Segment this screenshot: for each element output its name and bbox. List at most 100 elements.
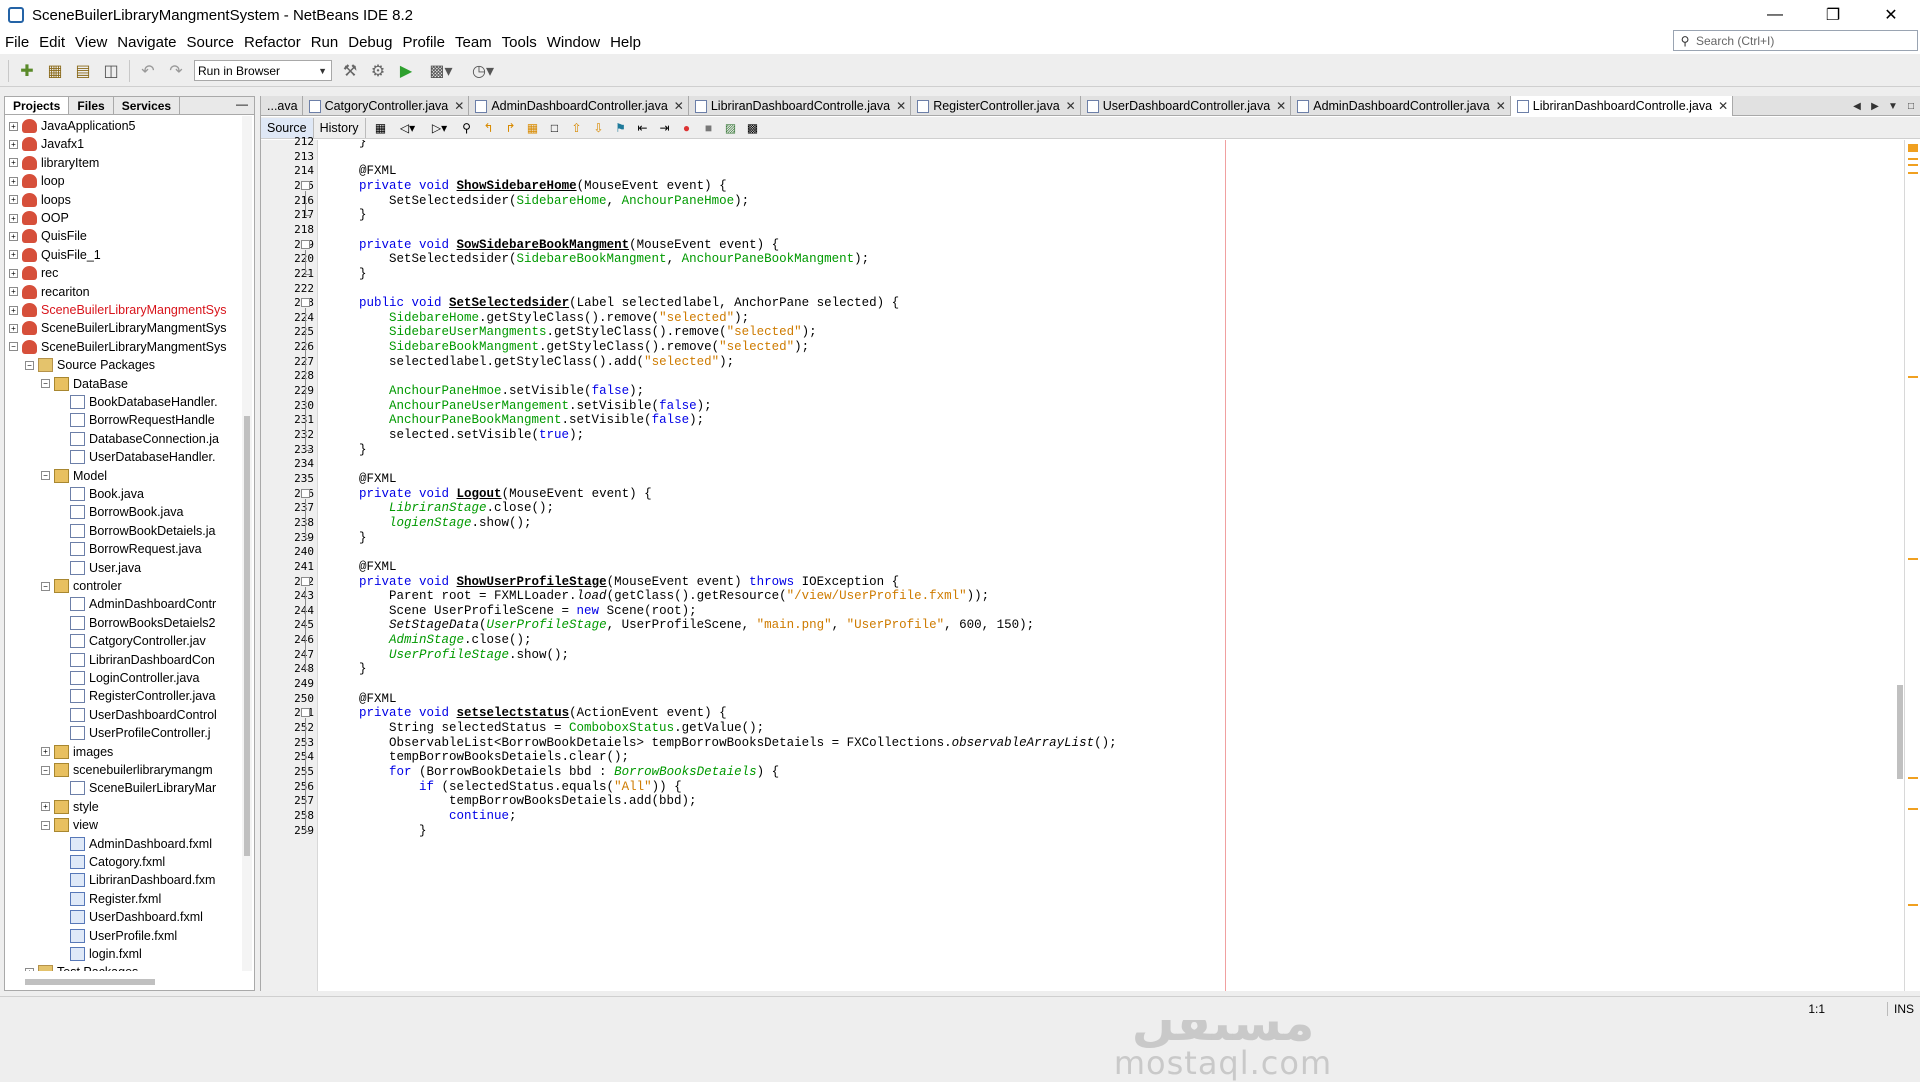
editor-tab[interactable]: AdminDashboardController.java ✕	[1291, 96, 1511, 116]
tree-item[interactable]: + QuisFile_1	[9, 246, 101, 264]
tree-item[interactable]: + SceneBuilerLibraryMangmentSys	[9, 301, 227, 319]
collapse-icon[interactable]: −	[41, 471, 50, 481]
close-tab-icon[interactable]: ✕	[1066, 99, 1076, 113]
run-configuration-select[interactable]: Run in Browser ▼	[194, 60, 332, 81]
expand-icon[interactable]: +	[9, 176, 18, 186]
tree-item[interactable]: + rec	[9, 264, 58, 282]
tree-item[interactable]: + JavaApplication5	[9, 117, 136, 135]
warning-marker[interactable]	[1908, 164, 1918, 166]
back-icon[interactable]: ◁▾	[394, 119, 422, 137]
expand-icon[interactable]: +	[41, 747, 50, 757]
tree-item[interactable]: AdminDashboardContr	[57, 595, 216, 613]
warning-marker[interactable]	[1908, 158, 1918, 160]
profile-icon[interactable]: ◷▾	[463, 58, 503, 84]
tree-item[interactable]: − view	[41, 816, 98, 834]
tree-item[interactable]: AdminDashboard.fxml	[57, 835, 212, 853]
tab-history[interactable]: History	[314, 117, 366, 138]
tree-item[interactable]: − Source Packages	[25, 356, 155, 374]
tree-item[interactable]: − DataBase	[41, 375, 128, 393]
tree-item[interactable]: login.fxml	[57, 945, 142, 963]
open-project-icon[interactable]: ▤	[70, 58, 96, 84]
maximize-editor-icon[interactable]: □	[1902, 101, 1920, 112]
uncomment-icon[interactable]: ▩	[744, 119, 762, 137]
expand-icon[interactable]: +	[41, 802, 50, 812]
shift-right-icon[interactable]: ⇥	[656, 119, 674, 137]
menu-file[interactable]: File	[0, 34, 34, 51]
warning-marker[interactable]	[1908, 376, 1918, 378]
fold-toggle-icon[interactable]	[301, 576, 310, 586]
tree-item[interactable]: CatgoryController.jav	[57, 632, 206, 650]
expand-icon[interactable]: +	[9, 213, 18, 223]
save-all-icon[interactable]: ◫	[98, 58, 124, 84]
record-macro-icon[interactable]: ●	[678, 119, 696, 137]
build-icon[interactable]: ⚒	[337, 58, 363, 84]
tree-item[interactable]: + style	[41, 798, 99, 816]
scroll-right-icon[interactable]: ▶	[1866, 101, 1884, 112]
menu-refactor[interactable]: Refactor	[239, 34, 306, 51]
warning-marker[interactable]	[1908, 808, 1918, 810]
tree-item[interactable]: BorrowBook.java	[57, 503, 184, 521]
tree-item[interactable]: + loop	[9, 172, 65, 190]
collapse-icon[interactable]: −	[41, 581, 50, 591]
find-icon[interactable]: ⚲	[458, 119, 476, 137]
menu-tools[interactable]: Tools	[497, 34, 542, 51]
collapse-icon[interactable]: −	[41, 379, 50, 389]
find-next-icon[interactable]: ↱	[502, 119, 520, 137]
tree-item[interactable]: + recariton	[9, 283, 90, 301]
tree-item[interactable]: UserDashboard.fxml	[57, 908, 203, 926]
scroll-left-icon[interactable]: ◀	[1848, 101, 1866, 112]
expand-icon[interactable]: +	[9, 250, 18, 260]
scroll-thumb[interactable]	[1897, 685, 1903, 779]
tree-item[interactable]: UserDatabaseHandler.	[57, 448, 215, 466]
collapse-icon[interactable]: −	[41, 765, 50, 775]
last-edit-icon[interactable]: ▦	[372, 119, 390, 137]
close-tab-icon[interactable]: ✕	[1276, 99, 1286, 113]
tree-item[interactable]: + libraryItem	[9, 154, 99, 172]
shift-left-icon[interactable]: ⇤	[634, 119, 652, 137]
tab-list-icon[interactable]: ▼	[1884, 101, 1902, 112]
line-number-gutter[interactable]: 2122132142152162172182192202212222232242…	[261, 135, 318, 991]
tree-item[interactable]: BorrowRequest.java	[57, 540, 202, 558]
tree-item[interactable]: − Model	[41, 467, 107, 485]
fold-toggle-icon[interactable]	[301, 488, 310, 498]
next-bookmark-icon[interactable]: ⇩	[590, 119, 608, 137]
run-icon[interactable]: ▶	[393, 58, 419, 84]
warning-marker[interactable]	[1908, 558, 1918, 560]
minimize-icon[interactable]: —	[1746, 0, 1804, 30]
editor-tab[interactable]: LibriranDashboardControlle.java ✕	[689, 96, 912, 116]
menu-help[interactable]: Help	[605, 34, 646, 51]
tree-item[interactable]: + Test Packages	[25, 963, 138, 971]
close-tab-icon[interactable]: ✕	[1718, 99, 1728, 113]
expand-icon[interactable]: +	[9, 323, 18, 333]
close-tab-icon[interactable]: ✕	[1496, 99, 1506, 113]
tree-item[interactable]: BorrowRequestHandle	[57, 411, 215, 429]
code-area[interactable]: } @FXML private void ShowSidebareHome(Mo…	[319, 140, 1899, 991]
expand-icon[interactable]: +	[9, 287, 18, 297]
new-project-icon[interactable]: ▦	[42, 58, 68, 84]
expand-icon[interactable]: +	[9, 139, 18, 149]
close-icon[interactable]: ✕	[1862, 0, 1920, 30]
tree-item[interactable]: LibriranDashboard.fxm	[57, 871, 215, 889]
tree-item[interactable]: DatabaseConnection.ja	[57, 430, 219, 448]
fold-toggle-icon[interactable]	[301, 180, 310, 190]
tree-item[interactable]: BorrowBooksDetaiels2	[57, 614, 215, 632]
expand-icon[interactable]: +	[9, 305, 18, 315]
undo-icon[interactable]: ↶	[135, 58, 161, 84]
tree-item[interactable]: − controler	[41, 577, 122, 595]
fold-toggle-icon[interactable]	[301, 708, 310, 718]
tree-item[interactable]: − SceneBuilerLibraryMangmentSys	[9, 338, 227, 356]
close-tab-icon[interactable]: ✕	[674, 99, 684, 113]
tree-item[interactable]: + loops	[9, 191, 71, 209]
fold-toggle-icon[interactable]	[301, 298, 310, 308]
tree-item[interactable]: + OOP	[9, 209, 69, 227]
debug-icon[interactable]: ▩▾	[421, 58, 461, 84]
redo-icon[interactable]: ↷	[163, 58, 189, 84]
editor-tab[interactable]: ...ava	[261, 96, 303, 116]
tree-item[interactable]: UserProfile.fxml	[57, 927, 177, 945]
tree-item[interactable]: BorrowBookDetaiels.ja	[57, 522, 215, 540]
tree-item[interactable]: Register.fxml	[57, 890, 161, 908]
tree-item[interactable]: BookDatabaseHandler.	[57, 393, 218, 411]
menu-edit[interactable]: Edit	[34, 34, 70, 51]
previous-bookmark-icon[interactable]: ⇧	[568, 119, 586, 137]
collapse-icon[interactable]: −	[25, 360, 34, 370]
